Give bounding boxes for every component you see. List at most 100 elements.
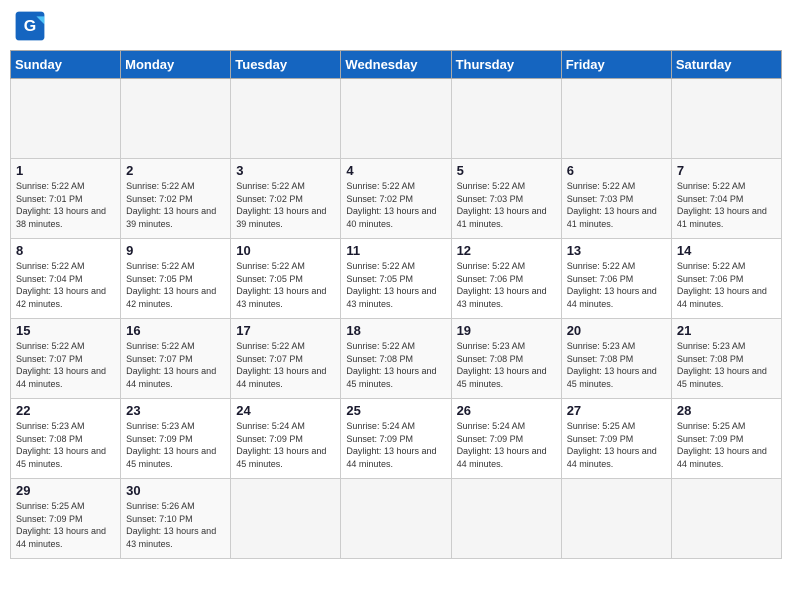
calendar-cell: 27 Sunrise: 5:25 AMSunset: 7:09 PMDayligh… [561, 399, 671, 479]
calendar-cell: 10Sunrise: 5:22 AMSunset: 7:05 PMDayligh… [231, 239, 341, 319]
calendar-cell: 22 Sunrise: 5:23 AMSunset: 7:08 PMDayligh… [11, 399, 121, 479]
header: G [10, 10, 782, 42]
calendar-cell: 4 Sunrise: 5:22 AMSunset: 7:02 PMDaylight… [341, 159, 451, 239]
day-detail: Sunrise: 5:22 AMSunset: 7:06 PMDaylight:… [567, 260, 666, 310]
logo-icon: G [14, 10, 46, 42]
day-detail: Sunrise: 5:24 AMSunset: 7:09 PMDaylight:… [346, 420, 445, 470]
col-header-wednesday: Wednesday [341, 51, 451, 79]
calendar-week-row: 8 Sunrise: 5:22 AMSunset: 7:04 PMDaylight… [11, 239, 782, 319]
calendar-cell [341, 479, 451, 559]
day-number: 13 [567, 243, 666, 258]
calendar-cell: 9Sunrise: 5:22 AMSunset: 7:05 PMDaylight… [121, 239, 231, 319]
logo: G [14, 10, 50, 42]
calendar-cell: 20 Sunrise: 5:23 AMSunset: 7:08 PMDayligh… [561, 319, 671, 399]
day-number: 21 [677, 323, 776, 338]
col-header-thursday: Thursday [451, 51, 561, 79]
calendar-cell [451, 479, 561, 559]
col-header-sunday: Sunday [11, 51, 121, 79]
day-detail: Sunrise: 5:22 AMSunset: 7:02 PMDaylight:… [346, 180, 445, 230]
day-number: 6 [567, 163, 666, 178]
day-detail: Sunrise: 5:22 AMSunset: 7:07 PMDaylight:… [236, 340, 335, 390]
day-detail: Sunrise: 5:22 AMSunset: 7:04 PMDaylight:… [16, 260, 115, 310]
day-number: 18 [346, 323, 445, 338]
day-number: 19 [457, 323, 556, 338]
day-number: 2 [126, 163, 225, 178]
calendar-cell: 7 Sunrise: 5:22 AMSunset: 7:04 PMDaylight… [671, 159, 781, 239]
day-detail: Sunrise: 5:22 AMSunset: 7:03 PMDaylight:… [567, 180, 666, 230]
svg-text:G: G [24, 18, 36, 35]
day-number: 1 [16, 163, 115, 178]
calendar-cell: 15Sunrise: 5:22 AMSunset: 7:07 PMDayligh… [11, 319, 121, 399]
day-number: 5 [457, 163, 556, 178]
day-number: 24 [236, 403, 335, 418]
day-detail: Sunrise: 5:22 AMSunset: 7:05 PMDaylight:… [346, 260, 445, 310]
calendar-cell [671, 479, 781, 559]
calendar-cell: 16 Sunrise: 5:22 AMSunset: 7:07 PMDayligh… [121, 319, 231, 399]
calendar-cell: 5 Sunrise: 5:22 AMSunset: 7:03 PMDaylight… [451, 159, 561, 239]
day-detail: Sunrise: 5:22 AMSunset: 7:07 PMDaylight:… [16, 340, 115, 390]
day-number: 16 [126, 323, 225, 338]
calendar-cell: 30 Sunrise: 5:26 AMSunset: 7:10 PMDayligh… [121, 479, 231, 559]
calendar-cell: 18 Sunrise: 5:22 AMSunset: 7:08 PMDayligh… [341, 319, 451, 399]
calendar-cell: 13 Sunrise: 5:22 AMSunset: 7:06 PMDayligh… [561, 239, 671, 319]
day-detail: Sunrise: 5:22 AMSunset: 7:02 PMDaylight:… [236, 180, 335, 230]
day-detail: Sunrise: 5:22 AMSunset: 7:04 PMDaylight:… [677, 180, 776, 230]
day-detail: Sunrise: 5:23 AMSunset: 7:08 PMDaylight:… [677, 340, 776, 390]
day-detail: Sunrise: 5:24 AMSunset: 7:09 PMDaylight:… [457, 420, 556, 470]
calendar-cell: 29Sunrise: 5:25 AMSunset: 7:09 PMDayligh… [11, 479, 121, 559]
day-number: 12 [457, 243, 556, 258]
day-number: 17 [236, 323, 335, 338]
day-detail: Sunrise: 5:23 AMSunset: 7:08 PMDaylight:… [16, 420, 115, 470]
day-number: 22 [16, 403, 115, 418]
calendar-week-row [11, 79, 782, 159]
day-number: 25 [346, 403, 445, 418]
day-number: 4 [346, 163, 445, 178]
calendar-cell: 17 Sunrise: 5:22 AMSunset: 7:07 PMDayligh… [231, 319, 341, 399]
day-detail: Sunrise: 5:22 AMSunset: 7:05 PMDaylight:… [126, 260, 225, 310]
day-detail: Sunrise: 5:22 AMSunset: 7:07 PMDaylight:… [126, 340, 225, 390]
day-detail: Sunrise: 5:25 AMSunset: 7:09 PMDaylight:… [16, 500, 115, 550]
calendar-cell: 1 Sunrise: 5:22 AMSunset: 7:01 PMDaylight… [11, 159, 121, 239]
day-number: 7 [677, 163, 776, 178]
calendar-table: SundayMondayTuesdayWednesdayThursdayFrid… [10, 50, 782, 559]
calendar-week-row: 22 Sunrise: 5:23 AMSunset: 7:08 PMDayligh… [11, 399, 782, 479]
calendar-cell: 28Sunrise: 5:25 AMSunset: 7:09 PMDayligh… [671, 399, 781, 479]
day-number: 20 [567, 323, 666, 338]
calendar-cell: 11Sunrise: 5:22 AMSunset: 7:05 PMDayligh… [341, 239, 451, 319]
calendar-cell: 14Sunrise: 5:22 AMSunset: 7:06 PMDayligh… [671, 239, 781, 319]
calendar-cell [231, 479, 341, 559]
day-detail: Sunrise: 5:22 AMSunset: 7:06 PMDaylight:… [457, 260, 556, 310]
day-number: 10 [236, 243, 335, 258]
calendar-cell: 2 Sunrise: 5:22 AMSunset: 7:02 PMDaylight… [121, 159, 231, 239]
calendar-cell [231, 79, 341, 159]
calendar-cell [451, 79, 561, 159]
calendar-cell [671, 79, 781, 159]
day-number: 28 [677, 403, 776, 418]
col-header-saturday: Saturday [671, 51, 781, 79]
day-detail: Sunrise: 5:25 AMSunset: 7:09 PMDaylight:… [567, 420, 666, 470]
calendar-cell [341, 79, 451, 159]
calendar-cell: 8 Sunrise: 5:22 AMSunset: 7:04 PMDaylight… [11, 239, 121, 319]
calendar-cell: 26Sunrise: 5:24 AMSunset: 7:09 PMDayligh… [451, 399, 561, 479]
day-detail: Sunrise: 5:22 AMSunset: 7:06 PMDaylight:… [677, 260, 776, 310]
calendar-week-row: 1 Sunrise: 5:22 AMSunset: 7:01 PMDaylight… [11, 159, 782, 239]
calendar-cell: 12 Sunrise: 5:22 AMSunset: 7:06 PMDayligh… [451, 239, 561, 319]
day-detail: Sunrise: 5:23 AMSunset: 7:08 PMDaylight:… [567, 340, 666, 390]
col-header-tuesday: Tuesday [231, 51, 341, 79]
calendar-cell: 3 Sunrise: 5:22 AMSunset: 7:02 PMDaylight… [231, 159, 341, 239]
day-number: 8 [16, 243, 115, 258]
day-detail: Sunrise: 5:26 AMSunset: 7:10 PMDaylight:… [126, 500, 225, 550]
day-detail: Sunrise: 5:22 AMSunset: 7:03 PMDaylight:… [457, 180, 556, 230]
day-detail: Sunrise: 5:22 AMSunset: 7:01 PMDaylight:… [16, 180, 115, 230]
col-header-monday: Monday [121, 51, 231, 79]
calendar-cell: 21 Sunrise: 5:23 AMSunset: 7:08 PMDayligh… [671, 319, 781, 399]
day-number: 3 [236, 163, 335, 178]
day-number: 30 [126, 483, 225, 498]
calendar-cell [561, 79, 671, 159]
day-number: 27 [567, 403, 666, 418]
day-detail: Sunrise: 5:23 AMSunset: 7:08 PMDaylight:… [457, 340, 556, 390]
day-detail: Sunrise: 5:22 AMSunset: 7:08 PMDaylight:… [346, 340, 445, 390]
day-detail: Sunrise: 5:22 AMSunset: 7:02 PMDaylight:… [126, 180, 225, 230]
calendar-cell [11, 79, 121, 159]
calendar-week-row: 29Sunrise: 5:25 AMSunset: 7:09 PMDayligh… [11, 479, 782, 559]
